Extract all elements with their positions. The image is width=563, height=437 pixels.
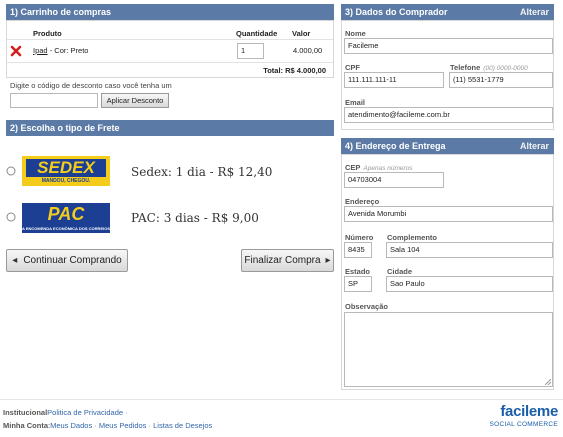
radio-icon [6, 212, 16, 222]
chevron-right-icon: ▸ [325, 255, 331, 266]
finish-purchase-button[interactable]: Finalizar Compra ▸ [241, 249, 334, 272]
radio-sedex[interactable] [6, 166, 16, 176]
cpf-input[interactable]: 111.111.111-11 [344, 72, 444, 88]
apply-discount-button[interactable]: Aplicar Desconto [101, 93, 169, 108]
city-input[interactable]: Sao Paulo [386, 276, 553, 292]
address-edit-link[interactable]: Alterar [520, 138, 549, 154]
product-link[interactable]: Ipad [33, 46, 48, 55]
footer-separator: · [125, 408, 128, 417]
address-header: 4) Endereço de Entrega Alterar [341, 138, 554, 154]
cart-header-divider [7, 39, 333, 40]
number-label: Número [345, 233, 374, 242]
phone-label-text: Telefone [450, 63, 481, 72]
email-input[interactable]: atendimento@facileme.com.br [344, 107, 553, 123]
brand-tagline: SOCIAL COMMERCE [489, 421, 558, 428]
city-label: Cidade [387, 267, 413, 276]
complement-label: Complemento [387, 233, 438, 242]
cart-item-value: 4.000,00 [293, 46, 323, 55]
cep-label: CEP Apenas números [345, 163, 413, 172]
sedex-delivery: 1 dia [175, 165, 206, 179]
sedex-description: Sedex: 1 dia - R$ 12,40 [131, 165, 273, 179]
radio-pac[interactable] [6, 212, 16, 222]
cep-label-text: CEP [345, 163, 361, 172]
my-data-link[interactable]: Meus Dados [50, 421, 92, 430]
chevron-left-icon: ◂ [12, 255, 18, 266]
continue-shopping-button[interactable]: ◂ Continuar Comprando [6, 249, 128, 272]
state-label: Estado [345, 267, 371, 276]
quantity-input[interactable]: 1 [237, 43, 264, 59]
cart-row-divider [7, 62, 333, 63]
cep-input[interactable]: 04703004 [344, 172, 444, 188]
freight-option-pac[interactable]: PAC A ENCOMENDA ECONÔMICA DOS CORREIOS P… [6, 198, 334, 238]
email-label: Email [345, 98, 366, 107]
col-value: Valor [292, 29, 311, 38]
cart-header-title: 1) Carrinho de compras [10, 7, 112, 17]
col-quantity: Quantidade [236, 29, 278, 38]
number-input[interactable]: 8435 [344, 242, 372, 258]
product-description: - Cor: Preto [47, 46, 89, 55]
sedex-price: R$ 12,40 [217, 165, 273, 179]
freight-option-sedex[interactable]: SEDEX MANDOU, CHEGOU. Sedex: 1 dia - R$ … [6, 150, 334, 194]
finish-purchase-label: Finalizar Compra [244, 255, 321, 266]
name-input[interactable]: Facileme [344, 38, 553, 54]
pac-price: R$ 9,00 [211, 211, 259, 225]
name-label: Nome [345, 29, 366, 38]
cart-item-product: Ipad - Cor: Preto [33, 46, 88, 55]
discount-code-input[interactable] [10, 93, 98, 108]
complement-input[interactable]: Sala 104 [386, 242, 553, 258]
remove-item-button[interactable] [10, 45, 22, 57]
freight-header: 2) Escolha o tipo de Frete [6, 120, 334, 136]
pac-description: PAC: 3 dias - R$ 9,00 [131, 211, 259, 225]
notes-textarea[interactable] [344, 312, 553, 387]
pac-logo: PAC A ENCOMENDA ECONÔMICA DOS CORREIOS [22, 203, 110, 233]
footer-account: Minha Conta:Meus Dados · Meus Pedidos · … [3, 421, 213, 430]
notes-label: Observação [345, 302, 388, 311]
footer-separator: · [148, 421, 152, 430]
cep-hint: Apenas números [363, 165, 413, 172]
institutional-label: Institucional [3, 408, 48, 417]
brand-logo[interactable]: facileme SOCIAL COMMERCE [478, 404, 558, 434]
sedex-logo-text: SEDEX [37, 158, 95, 177]
phone-label: Telefone (00) 0000-0000 [450, 63, 528, 72]
radio-icon [6, 166, 16, 176]
cpf-label: CPF [345, 63, 360, 72]
cart-total: Total: R$ 4.000,00 [263, 66, 326, 75]
street-input[interactable]: Avenida Morumbi [344, 206, 553, 222]
brand-name: facileme [500, 403, 558, 420]
phone-hint: (00) 0000-0000 [483, 65, 528, 72]
pac-service: PAC [131, 211, 156, 225]
cart-header: 1) Carrinho de compras [6, 4, 334, 20]
freight-header-title: 2) Escolha o tipo de Frete [10, 123, 120, 133]
buyer-edit-link[interactable]: Alterar [520, 4, 549, 20]
privacy-policy-link[interactable]: Politica de Privacidade [47, 408, 123, 417]
sedex-service: Sedex [131, 165, 168, 179]
phone-input[interactable]: (11) 5531-1779 [449, 72, 553, 88]
sedex-logo: SEDEX MANDOU, CHEGOU. [22, 156, 110, 186]
footer-institutional: InstitucionalPolitica de Privacidade · [3, 408, 128, 417]
buyer-header: 3) Dados do Comprador Alterar [341, 4, 554, 20]
street-label: Endereço [345, 197, 380, 206]
buyer-header-title: 3) Dados do Comprador [345, 7, 448, 17]
resize-grip-icon[interactable] [545, 379, 551, 385]
sedex-logo-sub: MANDOU, CHEGOU. [41, 178, 91, 184]
pac-delivery: 3 dias [163, 211, 200, 225]
my-orders-link[interactable]: Meus Pedidos [99, 421, 147, 430]
wishlist-link[interactable]: Listas de Desejos [153, 421, 212, 430]
close-icon [10, 45, 22, 57]
pac-logo-text: PAC [47, 204, 85, 224]
continue-shopping-label: Continuar Comprando [23, 255, 122, 266]
col-product: Produto [33, 29, 62, 38]
account-label: Minha Conta [3, 421, 48, 430]
footer-separator: · [94, 421, 97, 430]
discount-label: Digite o código de desconto caso você te… [10, 81, 172, 90]
pac-logo-sub: A ENCOMENDA ECONÔMICA DOS CORREIOS [22, 226, 110, 231]
state-input[interactable]: SP [344, 276, 372, 292]
address-header-title: 4) Endereço de Entrega [345, 141, 446, 151]
footer-divider [0, 399, 563, 400]
